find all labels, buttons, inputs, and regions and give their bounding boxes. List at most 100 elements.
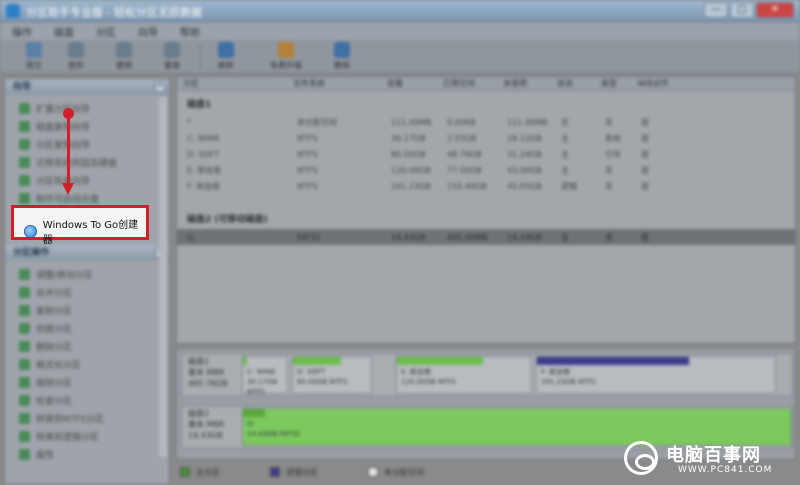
table-row[interactable]: G: FAT32 14.43GB 491.00MB 14.44GB 主 无 是 <box>177 229 795 245</box>
table-cell: 无 <box>605 232 613 242</box>
usage-bar <box>537 357 690 365</box>
sidebar-item-create[interactable]: 创建分区 <box>19 319 169 337</box>
table-cell: 未分配空间 <box>297 117 337 127</box>
sidebar-item-check[interactable]: 检查分区 <box>19 391 169 409</box>
menu-disk[interactable]: 磁盘 <box>54 24 74 39</box>
table-cell: F: 新加卷 <box>187 181 221 191</box>
col-type[interactable]: 类型 <box>595 77 631 90</box>
redo-label: 重做 <box>164 61 180 70</box>
wizard-icon <box>19 156 30 168</box>
collapse-icon[interactable]: ^ <box>155 82 165 92</box>
table-row[interactable]: C: WIN8 NTFS 30.17GB 2.55GB 28.12GB 主 系统 是 <box>177 130 795 146</box>
disk1-group-label: 磁盘1 <box>187 100 212 110</box>
minimize-button[interactable]: — <box>704 2 728 18</box>
table-row[interactable]: D: SOFT NTFS 80.00GB 48.76GB 31.24GB 主 引导 是 <box>177 146 795 162</box>
legend-label: 逻辑分区 <box>286 467 318 477</box>
table-row[interactable]: E: 新加卷 NTFS 120.00GB 77.00GB 43.00GB 主 无 是 <box>177 162 795 178</box>
sidebar-item-partition-recovery[interactable]: 分区恢复向导 <box>19 171 169 189</box>
sidebar: 向导 ^ 扩展分区向导 磁盘复制向导 分区复制向导 迁移系统到固态硬盘 分区恢复… <box>4 78 170 485</box>
table-cell: 2.55GB <box>447 133 477 143</box>
sidebar-item-convert-logical[interactable]: 转换到逻辑分区 <box>19 427 169 445</box>
sidebar-item-windows-to-go[interactable]: Windows To Go创建器 <box>24 216 146 246</box>
table-cell: 48.76GB <box>447 149 482 159</box>
sidebar-item-label: 检查分区 <box>36 396 73 407</box>
col-4k-align[interactable]: 4KB对齐 <box>631 77 691 90</box>
table-cell: 无 <box>605 181 613 191</box>
table-cell: 是 <box>641 165 649 175</box>
table-cell: 逻辑 <box>561 181 577 191</box>
table-cell: 系统 <box>605 133 621 143</box>
disk1-map[interactable]: 磁盘1 基本 MBR 465.76GB C: WIN8 30.17GB NTFS D… <box>181 353 793 397</box>
menu-bar: 操作 磁盘 分区 向导 帮助 <box>0 22 800 40</box>
menu-partition[interactable]: 分区 <box>96 24 116 39</box>
sidebar-item-migrate-os[interactable]: 迁移系统到固态硬盘 <box>19 153 169 171</box>
sidebar-item-resize[interactable]: 调整/移动分区 <box>19 265 169 283</box>
maximize-button[interactable]: □ <box>730 2 754 18</box>
partition-block[interactable]: E: 新加卷 120.00GB NTFS <box>396 356 532 394</box>
wizard-icon <box>19 120 30 132</box>
sidebar-item-extend-wizard[interactable]: 扩展分区向导 <box>19 99 169 117</box>
sidebar-item-properties[interactable]: 属性 <box>19 445 169 463</box>
sidebar-item-disk-copy[interactable]: 磁盘复制向导 <box>19 117 169 135</box>
sidebar-item-merge[interactable]: 合并分区 <box>19 283 169 301</box>
windows-to-go-highlight: Windows To Go创建器 <box>11 205 149 246</box>
windows-globe-icon <box>24 224 37 238</box>
primary-swatch <box>180 467 190 477</box>
partition-block[interactable]: D: SOFT 80.00GB NTFS <box>292 356 372 394</box>
window-title: 分区助手专业版 - 轻松分区无损数据 <box>26 6 202 19</box>
close-button[interactable]: ✕ <box>756 2 794 18</box>
col-capacity[interactable]: 容量 <box>381 77 437 90</box>
partition-label: C: WIN8 <box>247 368 276 376</box>
table-cell: NTFS <box>297 149 318 159</box>
refresh-button[interactable]: 刷新 <box>206 42 246 72</box>
col-used[interactable]: 已用空间 <box>437 77 497 90</box>
menu-operation[interactable]: 操作 <box>12 24 32 39</box>
table-cell: 主 <box>561 133 569 143</box>
col-filesystem[interactable]: 文件系统 <box>287 77 381 90</box>
menu-help[interactable]: 帮助 <box>180 24 200 39</box>
unallocated-swatch <box>368 467 378 477</box>
tutorial-button[interactable]: 教程 <box>322 42 362 72</box>
usage-bar <box>293 357 341 365</box>
table-cell: 无 <box>605 117 613 127</box>
disk2-rows: G: FAT32 14.43GB 491.00MB 14.44GB 主 无 是 <box>177 229 795 245</box>
tutorial-icon <box>334 42 350 58</box>
redo-button[interactable]: 重做 <box>152 42 192 72</box>
undo-button[interactable]: 撤销 <box>104 42 144 72</box>
disk1-rows: * 未分配空间 111.00MB 0.00KB 111.00MB 无无是 C: WIN8 NT… <box>177 114 795 194</box>
sidebar-item-label: 转换到NTFS分区 <box>36 414 104 425</box>
sidebar-item-label: 创建分区 <box>36 324 73 335</box>
partition-block[interactable]: C: WIN8 30.17GB NTFS <box>242 356 288 396</box>
sidebar-item-format[interactable]: 格式化分区 <box>19 355 169 373</box>
partition-block[interactable]: F: 新加卷 241.23GB NTFS <box>536 356 776 394</box>
table-cell: 是 <box>641 181 649 191</box>
disk2-name: 磁盘2 <box>188 409 210 418</box>
menu-wizard[interactable]: 向导 <box>138 24 158 39</box>
disk1-name: 磁盘1 <box>188 357 210 366</box>
sidebar-scrollbar[interactable] <box>159 97 167 457</box>
disk2-type: 基本 MBR <box>188 420 225 429</box>
sidebar-item-wipe[interactable]: 擦除分区 <box>19 373 169 391</box>
table-cell: D: SOFT <box>187 149 220 159</box>
col-unused[interactable]: 未使用 <box>497 77 551 90</box>
sidebar-item-delete[interactable]: 删除分区 <box>19 337 169 355</box>
toolbar-separator <box>200 44 201 70</box>
table-row[interactable]: * 未分配空间 111.00MB 0.00KB 111.00MB 无 无 是 <box>177 114 795 130</box>
col-partition[interactable]: 分区 <box>177 77 287 90</box>
table-cell: 是 <box>641 232 649 242</box>
sidebar-item-copy[interactable]: 复制分区 <box>19 301 169 319</box>
discard-button[interactable]: 放弃 <box>56 42 96 72</box>
col-status[interactable]: 状态 <box>551 77 595 90</box>
sidebar-item-convert-ntfs[interactable]: 转换到NTFS分区 <box>19 409 169 427</box>
upgrade-button[interactable]: 免费升级 <box>262 42 310 72</box>
ops-panel-header: 分区操作 ^ <box>5 245 169 261</box>
table-cell: C: WIN8 <box>187 133 220 143</box>
operation-icon <box>19 430 30 442</box>
table-row[interactable]: F: 新加卷 NTFS 241.23GB 155.49GB 45.05GB 逻辑 无 是 <box>177 178 795 194</box>
commit-icon <box>26 42 42 58</box>
legend-label: 未分配空间 <box>384 467 424 477</box>
wizard-icon <box>19 102 30 114</box>
operation-icon <box>19 412 30 424</box>
commit-button[interactable]: 提交 <box>14 42 54 72</box>
sidebar-item-partition-copy[interactable]: 分区复制向导 <box>19 135 169 153</box>
